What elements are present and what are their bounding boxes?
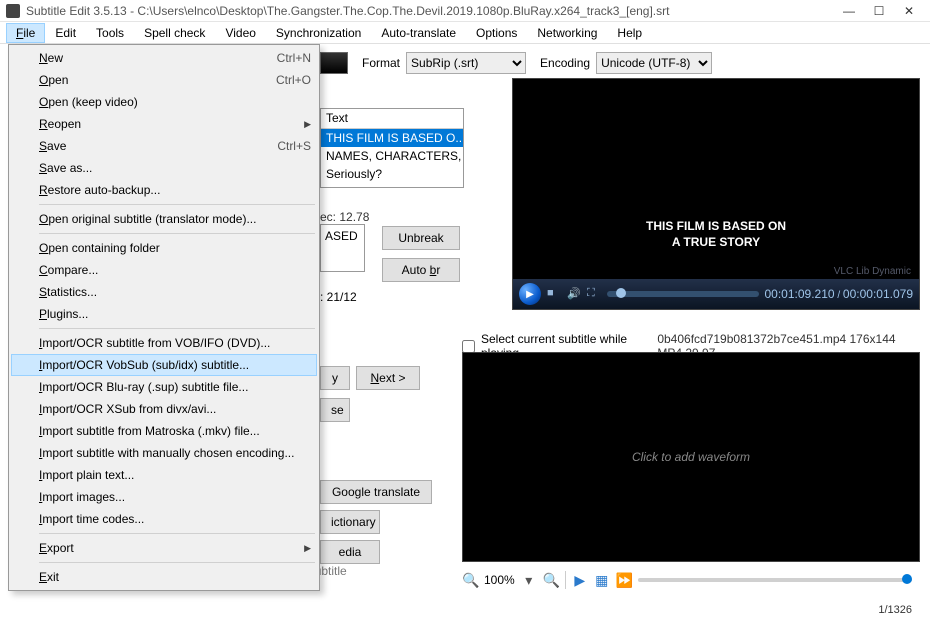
volume-icon[interactable]: 🔊 xyxy=(567,287,581,301)
waveform-tool-strip: 🔍 100% ▾ 🔍 ▶ ▦ ⏩ xyxy=(462,568,920,592)
menu-item[interactable]: NewCtrl+N xyxy=(11,47,317,69)
video-preview[interactable]: THIS FILM IS BASED ON A TRUE STORY VLC L… xyxy=(512,78,920,310)
seek-thumb[interactable] xyxy=(616,288,626,298)
list-item[interactable]: NAMES, CHARACTERS, ... xyxy=(321,147,463,165)
y-button[interactable]: y xyxy=(320,366,350,390)
menu-item[interactable]: Import/OCR Blu-ray (.sup) subtitle file.… xyxy=(11,376,317,398)
vlc-label: VLC Lib Dynamic xyxy=(834,266,911,277)
maximize-button[interactable]: ☐ xyxy=(864,4,894,18)
menu-file[interactable]: File xyxy=(6,23,45,43)
menu-item[interactable]: Open (keep video) xyxy=(11,91,317,113)
menu-item[interactable]: OpenCtrl+O xyxy=(11,69,317,91)
edia-button[interactable]: edia xyxy=(320,540,380,564)
auto-br-button[interactable]: Auto br xyxy=(382,258,460,282)
column-header-text[interactable]: Text xyxy=(321,109,463,129)
mid-button-row: y Next > xyxy=(320,366,420,390)
seek-bar[interactable] xyxy=(607,291,759,297)
menu-item[interactable]: Import/OCR VobSub (sub/idx) subtitle... xyxy=(11,354,317,376)
google-translate-button[interactable]: Google translate xyxy=(320,480,432,504)
minimize-button[interactable]: — xyxy=(834,4,864,18)
encoding-select[interactable]: Unicode (UTF-8) xyxy=(596,52,712,74)
menu-item[interactable]: Exit xyxy=(11,566,317,588)
menu-item[interactable]: Statistics... xyxy=(11,281,317,303)
ffwd-icon[interactable]: ⏩ xyxy=(616,572,632,588)
waveform-panel[interactable]: Click to add waveform xyxy=(462,352,920,562)
zoom-dropdown-icon[interactable]: ▾ xyxy=(521,572,537,588)
play-button-icon[interactable]: ▶ xyxy=(519,283,541,305)
menu-sync[interactable]: Synchronization xyxy=(266,23,371,43)
window-titlebar: Subtitle Edit 3.5.13 - C:\Users\elnco\De… xyxy=(0,0,930,22)
menu-item[interactable]: Save as... xyxy=(11,157,317,179)
menu-help[interactable]: Help xyxy=(607,23,652,43)
menu-item[interactable]: Import images... xyxy=(11,486,317,508)
menu-item[interactable]: Import plain text... xyxy=(11,464,317,486)
menu-item[interactable]: Import subtitle with manually chosen enc… xyxy=(11,442,317,464)
menu-item[interactable]: Import time codes... xyxy=(11,508,317,530)
menu-item[interactable]: Open original subtitle (translator mode)… xyxy=(11,208,317,230)
play-icon[interactable]: ▶ xyxy=(572,572,588,588)
format-label: Format xyxy=(362,56,400,70)
video-controls: ▶ ■ 🔊 ⛶ 00:01:09.210 / 00:00:01.079 xyxy=(513,279,919,309)
chars-count: : 21/12 xyxy=(320,290,357,304)
menu-autotranslate[interactable]: Auto-translate xyxy=(371,23,466,43)
menu-video[interactable]: Video xyxy=(215,23,265,43)
text-fragment-panel: ASED xyxy=(320,224,365,272)
menu-networking[interactable]: Networking xyxy=(527,23,607,43)
status-count: 1/1326 xyxy=(878,604,912,616)
app-icon xyxy=(6,4,20,18)
select-subtitle-checkbox[interactable] xyxy=(462,340,475,353)
slider-thumb[interactable] xyxy=(902,574,912,584)
encoding-label: Encoding xyxy=(540,56,590,70)
menu-item[interactable]: Plugins... xyxy=(11,303,317,325)
video-subtitle-overlay: THIS FILM IS BASED ON A TRUE STORY xyxy=(513,219,919,250)
list-item[interactable]: THIS FILM IS BASED O... xyxy=(321,129,463,147)
file-menu-dropdown: NewCtrl+NOpenCtrl+OOpen (keep video)Reop… xyxy=(8,44,320,591)
menu-item[interactable]: Reopen▶ xyxy=(11,113,317,135)
ec-label: ec: 12.78 xyxy=(320,210,369,224)
menu-item[interactable]: Import/OCR subtitle from VOB/IFO (DVD)..… xyxy=(11,332,317,354)
menubar: File Edit Tools Spell check Video Synchr… xyxy=(0,22,930,44)
format-toolbar: Format SubRip (.srt) Encoding Unicode (U… xyxy=(320,50,922,76)
menu-edit[interactable]: Edit xyxy=(45,23,86,43)
menu-item[interactable]: Open containing folder xyxy=(11,237,317,259)
zoom-value: 100% xyxy=(484,573,515,587)
zoom-in-icon[interactable]: 🔍 xyxy=(543,572,559,588)
lower-button-stack: Google translate ictionary edia xyxy=(320,480,432,564)
video-time: 00:01:09.210 / 00:00:01.079 xyxy=(765,287,914,301)
waveform-placeholder: Click to add waveform xyxy=(632,450,750,464)
unbreak-button[interactable]: Unbreak xyxy=(382,226,460,250)
zoom-out-icon[interactable]: 🔍 xyxy=(462,572,478,588)
next-button[interactable]: Next > xyxy=(356,366,420,390)
format-select[interactable]: SubRip (.srt) xyxy=(406,52,526,74)
subtitle-list[interactable]: Text THIS FILM IS BASED O... NAMES, CHAR… xyxy=(320,108,464,188)
video-thumb-icon xyxy=(320,52,348,74)
menu-item[interactable]: Compare... xyxy=(11,259,317,281)
waveform-zoom-slider[interactable] xyxy=(638,578,912,582)
menu-item[interactable]: Import/OCR XSub from divx/avi... xyxy=(11,398,317,420)
stop-icon[interactable]: ■ xyxy=(547,287,561,301)
menu-item[interactable]: SaveCtrl+S xyxy=(11,135,317,157)
menu-tools[interactable]: Tools xyxy=(86,23,134,43)
list-item[interactable]: Seriously? xyxy=(321,165,463,183)
menu-spellcheck[interactable]: Spell check xyxy=(134,23,215,43)
menu-item[interactable]: Restore auto-backup... xyxy=(11,179,317,201)
grid-icon[interactable]: ▦ xyxy=(594,572,610,588)
close-button[interactable]: ✕ xyxy=(894,4,924,18)
dictionary-button[interactable]: ictionary xyxy=(320,510,380,534)
fullscreen-icon[interactable]: ⛶ xyxy=(587,287,601,301)
se-button[interactable]: se xyxy=(320,398,350,422)
menu-item[interactable]: Export▶ xyxy=(11,537,317,559)
window-title: Subtitle Edit 3.5.13 - C:\Users\elnco\De… xyxy=(26,4,834,18)
menu-options[interactable]: Options xyxy=(466,23,527,43)
menu-item[interactable]: Import subtitle from Matroska (.mkv) fil… xyxy=(11,420,317,442)
